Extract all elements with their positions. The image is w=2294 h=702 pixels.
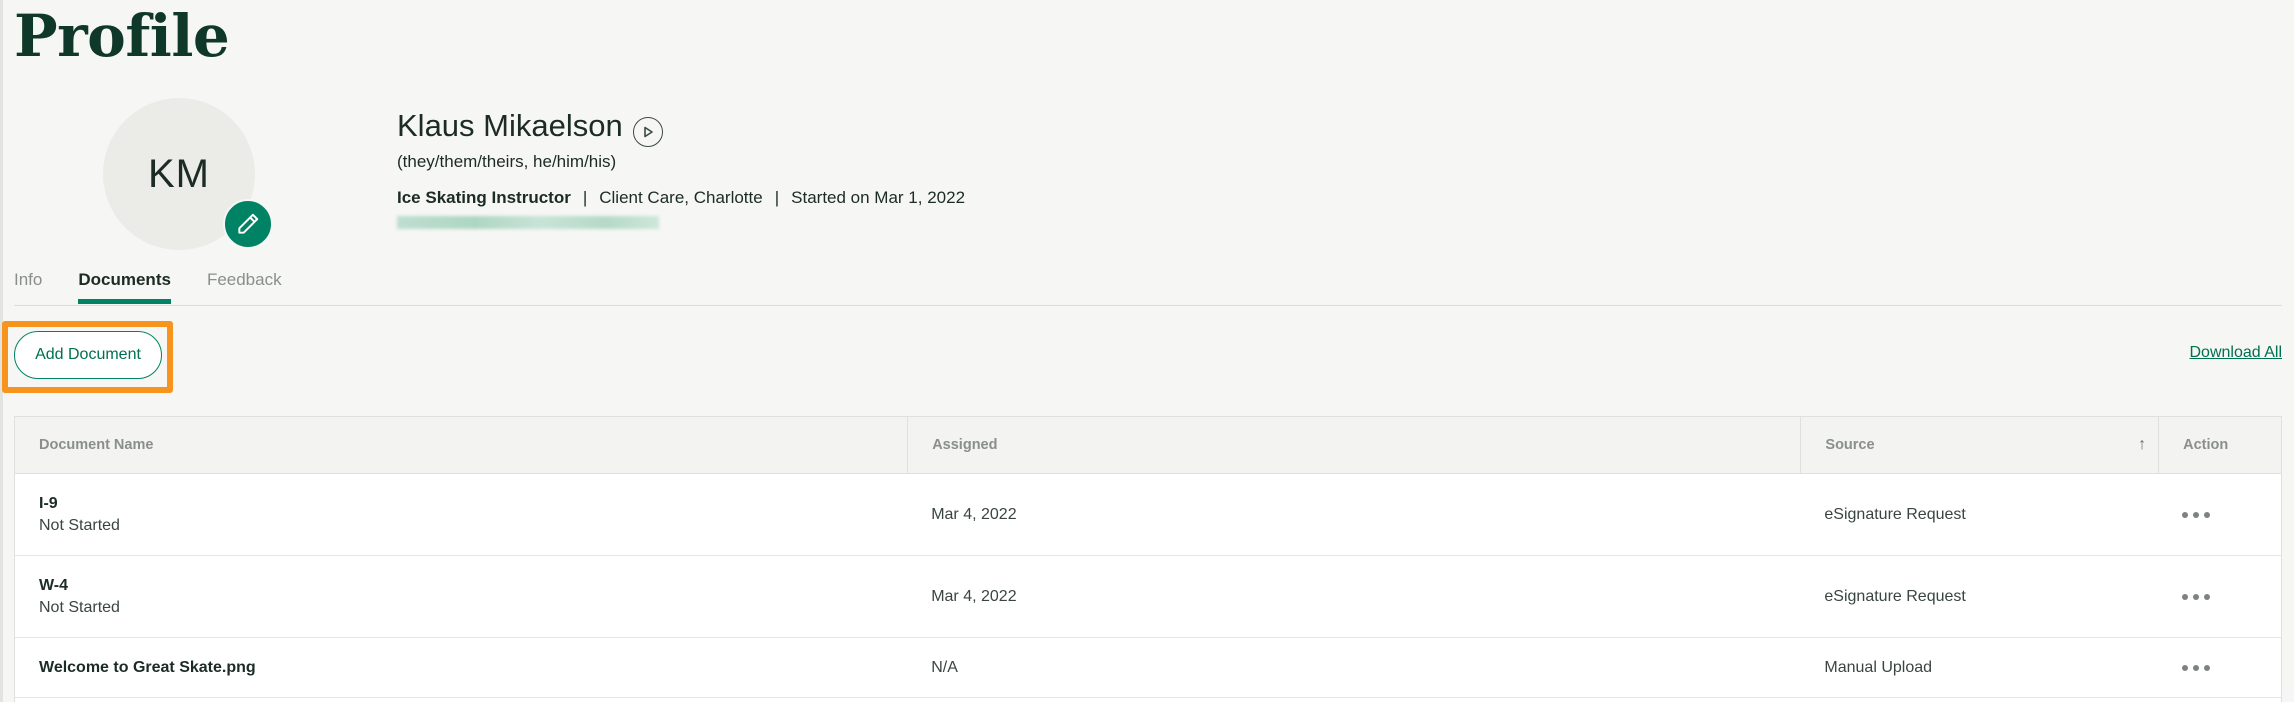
- document-name-cell: Welcome to Great Skate.png: [15, 638, 907, 697]
- play-name-pronunciation-button[interactable]: [633, 117, 663, 147]
- meta-separator: |: [582, 188, 588, 207]
- tab-feedback[interactable]: Feedback: [207, 270, 282, 304]
- play-icon: [644, 126, 653, 138]
- column-header-document-name[interactable]: Document Name: [15, 417, 907, 473]
- more-horizontal-icon[interactable]: [2158, 556, 2281, 637]
- assigned-date: Mar 4, 2022: [931, 587, 1017, 605]
- tab-documents[interactable]: Documents: [78, 270, 171, 304]
- column-header-action: Action: [2158, 417, 2281, 473]
- add-document-button[interactable]: Add Document: [14, 331, 162, 379]
- document-source: eSignature Request: [1824, 587, 1966, 605]
- column-header-label: Source: [1825, 437, 1875, 453]
- pencil-icon: [238, 213, 259, 234]
- document-name[interactable]: Welcome to Great Skate.png: [39, 659, 907, 677]
- documents-table: Document Name Assigned Source ↑ Action I…: [14, 416, 2282, 702]
- redacted-email: [397, 216, 659, 229]
- profile-tabs: Info Documents Feedback: [14, 270, 318, 304]
- table-row: I-9 Not Started Mar 4, 2022 eSignature R…: [15, 474, 2281, 556]
- table-row: Welcome to Great Skate.png N/A Manual Up…: [15, 638, 2281, 698]
- document-name[interactable]: I-9: [39, 495, 907, 513]
- employee-start-date: Started on Mar 1, 2022: [791, 188, 966, 207]
- table-row: W-4 Not Started Mar 4, 2022 eSignature R…: [15, 556, 2281, 638]
- avatar-initials: KM: [148, 151, 210, 196]
- more-horizontal-icon[interactable]: [2158, 474, 2281, 555]
- document-source: Manual Upload: [1824, 658, 1933, 676]
- column-header-label: Action: [2183, 437, 2229, 453]
- document-name-cell: W-4 Not Started: [15, 556, 907, 637]
- meta-separator: |: [774, 188, 780, 207]
- document-name-cell: I-9 Not Started: [15, 474, 907, 555]
- assigned-date: N/A: [931, 658, 958, 676]
- column-header-label: Document Name: [39, 437, 154, 453]
- column-header-assigned[interactable]: Assigned: [907, 417, 1800, 473]
- edit-avatar-button[interactable]: [223, 199, 273, 249]
- employee-job-title: Ice Skating Instructor: [397, 188, 571, 207]
- employee-department-location: Client Care, Charlotte: [599, 188, 763, 207]
- more-horizontal-icon[interactable]: [2158, 638, 2281, 697]
- document-status: Not Started: [39, 516, 120, 534]
- profile-page: Profile KM Klaus Mikaelson (they/them/th…: [0, 0, 2294, 702]
- column-header-label: Assigned: [932, 437, 998, 453]
- employee-name: Klaus Mikaelson: [397, 108, 623, 143]
- download-all-link[interactable]: Download All: [2190, 344, 2283, 362]
- tab-info[interactable]: Info: [14, 270, 42, 304]
- column-header-source[interactable]: Source ↑: [1800, 417, 2158, 473]
- sort-ascending-icon[interactable]: ↑: [2138, 436, 2146, 454]
- tabs-divider: [14, 305, 2282, 306]
- page-title: Profile: [14, 2, 230, 70]
- assigned-date: Mar 4, 2022: [931, 505, 1017, 523]
- employee-pronouns: (they/them/theirs, he/him/his): [397, 152, 617, 171]
- document-status: Not Started: [39, 598, 120, 616]
- employee-meta: Ice Skating Instructor | Client Care, Ch…: [397, 188, 965, 208]
- table-header: Document Name Assigned Source ↑ Action: [15, 417, 2281, 474]
- document-source: eSignature Request: [1824, 505, 1966, 523]
- document-name[interactable]: W-4: [39, 577, 907, 595]
